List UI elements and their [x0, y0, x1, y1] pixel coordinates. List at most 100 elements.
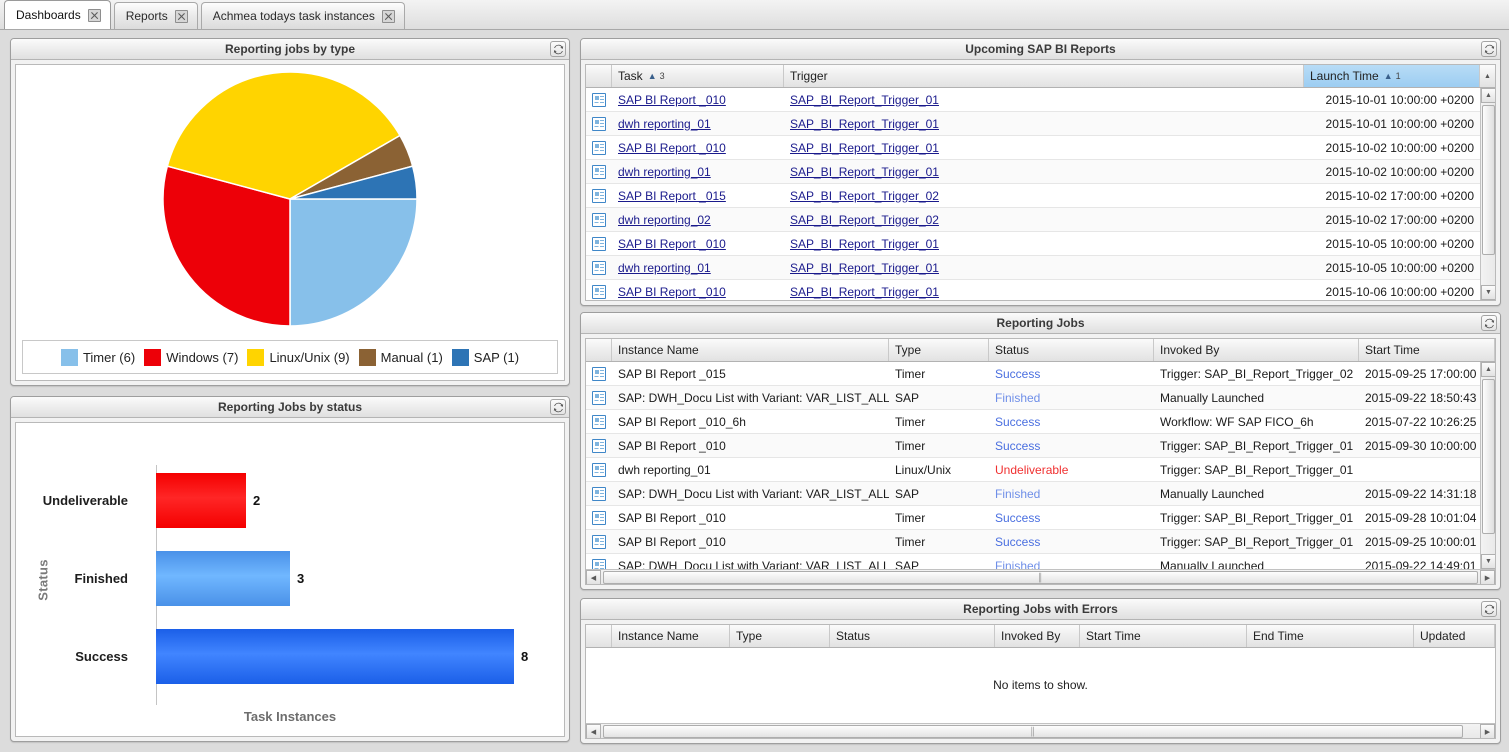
cell-trigger[interactable]: SAP_BI_Report_Trigger_01 [784, 141, 1304, 155]
column-header-status[interactable]: Status [989, 339, 1154, 361]
bar-finished[interactable] [156, 551, 290, 606]
scrollbar-thumb[interactable] [1482, 105, 1495, 255]
cell-trigger-link[interactable]: SAP_BI_Report_Trigger_02 [790, 189, 939, 203]
cell-task-link[interactable]: SAP BI Report _010 [618, 93, 726, 107]
task-document-icon[interactable] [592, 189, 606, 203]
column-header-updated[interactable]: Updated [1414, 625, 1495, 647]
cell-task-link[interactable]: dwh reporting_01 [618, 165, 711, 179]
cell-trigger[interactable]: SAP_BI_Report_Trigger_01 [784, 93, 1304, 107]
scrollbar-thumb[interactable]: ║ [603, 571, 1478, 584]
bar-undeliverable[interactable] [156, 473, 246, 528]
cell-task[interactable]: dwh reporting_01 [612, 117, 784, 131]
cell-task-link[interactable]: dwh reporting_01 [618, 261, 711, 275]
task-document-icon[interactable] [592, 439, 606, 453]
column-header-launch-time[interactable]: Launch Time ▲ 1 [1304, 65, 1480, 87]
column-header-invoked-by[interactable]: Invoked By [995, 625, 1080, 647]
refresh-icon[interactable] [1481, 315, 1497, 331]
cell-task[interactable]: dwh reporting_01 [612, 165, 784, 179]
scroll-down-icon[interactable]: ▼ [1481, 285, 1495, 300]
table-row[interactable]: SAP BI Report _010 SAP_BI_Report_Trigger_… [586, 136, 1495, 160]
refresh-icon[interactable] [550, 399, 566, 415]
column-header-status[interactable]: Status [830, 625, 995, 647]
column-header-invoked-by[interactable]: Invoked By [1154, 339, 1359, 361]
column-header-trigger[interactable]: Trigger [784, 65, 1304, 87]
task-document-icon[interactable] [592, 487, 606, 501]
table-row[interactable]: dwh reporting_02 SAP_BI_Report_Trigger_02… [586, 208, 1495, 232]
close-icon[interactable] [382, 10, 395, 23]
refresh-icon[interactable] [1481, 41, 1497, 57]
table-row[interactable]: SAP: DWH_Docu List with Variant: VAR_LIS… [586, 482, 1495, 506]
cell-trigger-link[interactable]: SAP_BI_Report_Trigger_01 [790, 237, 939, 251]
table-row[interactable]: SAP BI Report _010_6hTimerSuccessWorkflo… [586, 410, 1495, 434]
task-document-icon[interactable] [592, 141, 606, 155]
tab-achmea-todays-task-instances[interactable]: Achmea todays task instances [201, 2, 405, 29]
scroll-left-icon[interactable]: ◀ [586, 724, 601, 738]
legend-item[interactable]: Linux/Unix (9) [247, 349, 349, 366]
task-document-icon[interactable] [592, 415, 606, 429]
column-header-task[interactable]: Task ▲ 3 [612, 65, 784, 87]
cell-task-link[interactable]: dwh reporting_01 [618, 117, 711, 131]
bar-success[interactable] [156, 629, 514, 684]
scroll-right-icon[interactable]: ▶ [1480, 570, 1495, 584]
cell-trigger[interactable]: SAP_BI_Report_Trigger_02 [784, 213, 1304, 227]
cell-task-link[interactable]: SAP BI Report _015 [618, 189, 726, 203]
cell-task[interactable]: dwh reporting_01 [612, 261, 784, 275]
table-row[interactable]: SAP BI Report _015TimerSuccessTrigger: S… [586, 362, 1495, 386]
task-document-icon[interactable] [592, 165, 606, 179]
legend-item[interactable]: Windows (7) [144, 349, 238, 366]
cell-trigger-link[interactable]: SAP_BI_Report_Trigger_01 [790, 165, 939, 179]
legend-item[interactable]: Manual (1) [359, 349, 443, 366]
cell-task[interactable]: SAP BI Report _010 [612, 285, 784, 299]
column-header-instance-name[interactable]: Instance Name [612, 339, 889, 361]
table-row[interactable]: dwh reporting_01 SAP_BI_Report_Trigger_01… [586, 256, 1495, 280]
table-row[interactable]: dwh reporting_01 SAP_BI_Report_Trigger_01… [586, 160, 1495, 184]
horizontal-scrollbar[interactable]: ◀ ║ ▶ [586, 723, 1495, 738]
task-document-icon[interactable] [592, 511, 606, 525]
legend-item[interactable]: SAP (1) [452, 349, 519, 366]
column-header-type[interactable]: Type [889, 339, 989, 361]
table-row[interactable]: SAP BI Report _010 SAP_BI_Report_Trigger_… [586, 232, 1495, 256]
vertical-scrollbar[interactable]: ▲ ▼ [1480, 362, 1495, 569]
task-document-icon[interactable] [592, 391, 606, 405]
cell-trigger-link[interactable]: SAP_BI_Report_Trigger_01 [790, 141, 939, 155]
vertical-scrollbar[interactable]: ▲ ▼ [1480, 88, 1495, 300]
cell-task-link[interactable]: dwh reporting_02 [618, 213, 711, 227]
task-document-icon[interactable] [592, 237, 606, 251]
scroll-up-icon[interactable]: ▲ [1481, 362, 1495, 377]
cell-trigger[interactable]: SAP_BI_Report_Trigger_01 [784, 285, 1304, 299]
column-chooser-icon[interactable]: ▲ [1480, 65, 1495, 87]
refresh-icon[interactable] [1481, 601, 1497, 617]
cell-task[interactable]: SAP BI Report _010 [612, 237, 784, 251]
table-row[interactable]: dwh reporting_01SAP_BI_Report_Trigger_01… [586, 112, 1495, 136]
table-row[interactable]: SAP BI Report _015 SAP_BI_Report_Trigger_… [586, 184, 1495, 208]
column-header-end-time[interactable]: End Time [1247, 625, 1414, 647]
tab-reports[interactable]: Reports [114, 2, 198, 29]
scroll-down-icon[interactable]: ▼ [1481, 554, 1495, 569]
table-row[interactable]: SAP: DWH_Docu List with Variant: VAR_LIS… [586, 386, 1495, 410]
cell-task-link[interactable]: SAP BI Report _010 [618, 141, 726, 155]
task-document-icon[interactable] [592, 261, 606, 275]
cell-trigger[interactable]: SAP_BI_Report_Trigger_01 [784, 165, 1304, 179]
cell-task-link[interactable]: SAP BI Report _010 [618, 237, 726, 251]
pie-slice-timer[interactable] [290, 199, 417, 326]
cell-task[interactable]: SAP BI Report _010 [612, 93, 784, 107]
cell-task[interactable]: SAP BI Report _015 [612, 189, 784, 203]
cell-trigger-link[interactable]: SAP_BI_Report_Trigger_02 [790, 213, 939, 227]
column-header-start-time[interactable]: Start Time [1080, 625, 1247, 647]
column-header-type[interactable]: Type [730, 625, 830, 647]
task-document-icon[interactable] [592, 117, 606, 131]
cell-task[interactable]: SAP BI Report _010 [612, 141, 784, 155]
cell-task[interactable]: dwh reporting_02 [612, 213, 784, 227]
column-header-instance-name[interactable]: Instance Name [612, 625, 730, 647]
cell-trigger-link[interactable]: SAP_BI_Report_Trigger_01 [790, 93, 939, 107]
cell-task-link[interactable]: SAP BI Report _010 [618, 285, 726, 299]
cell-trigger-link[interactable]: SAP_BI_Report_Trigger_01 [790, 285, 939, 299]
close-icon[interactable] [88, 9, 101, 22]
table-row[interactable]: SAP BI Report _010 SAP_BI_Report_Trigger_… [586, 88, 1495, 112]
cell-trigger-link[interactable]: SAP_BI_Report_Trigger_01 [790, 261, 939, 275]
cell-trigger[interactable]: SAP_BI_Report_Trigger_01 [784, 237, 1304, 251]
table-row[interactable]: SAP BI Report _010TimerSuccessTrigger: S… [586, 506, 1495, 530]
refresh-icon[interactable] [550, 41, 566, 57]
task-document-icon[interactable] [592, 463, 606, 477]
scroll-up-icon[interactable]: ▲ [1481, 88, 1495, 103]
